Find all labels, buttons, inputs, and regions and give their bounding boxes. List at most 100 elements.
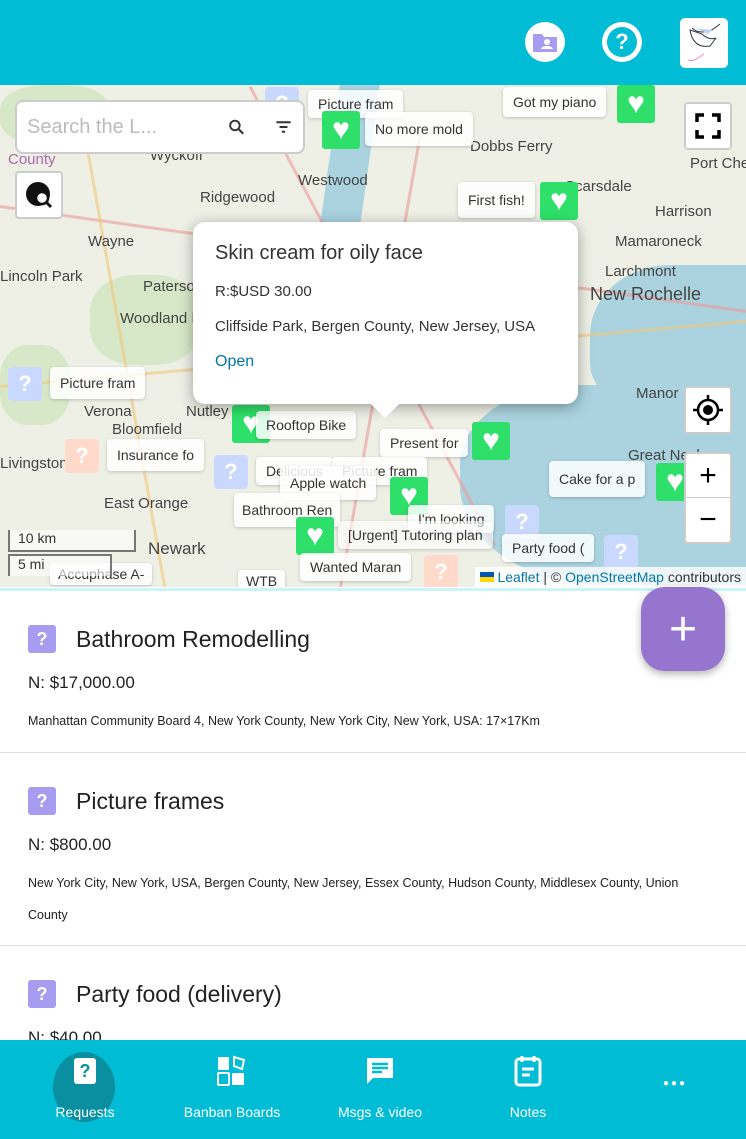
fullscreen-icon (695, 113, 721, 139)
offer-marker-heart-icon[interactable]: ♥ (617, 85, 655, 123)
popup-location: Cliffside Park, Bergen County, New Jerse… (215, 318, 536, 335)
place-label: Newark (148, 539, 206, 558)
folder-user-button[interactable] (525, 22, 565, 62)
place-label: Westwood (298, 172, 368, 189)
scale-mi: 5 mi (8, 554, 112, 576)
request-question-icon: ? (28, 625, 56, 653)
marker-label[interactable]: No more mold (365, 112, 473, 146)
request-marker[interactable]: ? (604, 535, 638, 569)
help-icon: ? (607, 27, 637, 57)
nav-more[interactable]: ●●● (640, 1040, 710, 1139)
request-marker[interactable]: ? (214, 455, 248, 489)
leaflet-link[interactable]: Leaflet (497, 569, 539, 585)
nav-notes[interactable]: Notes (478, 1040, 578, 1139)
list-item[interactable]: ? Party food (delivery) N: $40.00 (0, 946, 746, 1040)
request-question-icon: ? (28, 787, 56, 815)
attribution-contributors: contributors (667, 569, 741, 585)
place-label: Lincoln Park (0, 268, 83, 285)
place-label: East Orange (104, 495, 189, 512)
marker-label[interactable]: Party food ( (502, 534, 595, 562)
place-label: Dobbs Ferry (470, 138, 553, 155)
zoom-in-button[interactable]: + (686, 454, 730, 499)
item-price: N: $40.00 (28, 1028, 102, 1040)
popup-open-link[interactable]: Open (215, 353, 254, 370)
list-item[interactable]: ? Picture frames N: $800.00 New York City… (0, 753, 746, 946)
search-input[interactable] (27, 115, 207, 139)
place-label: Verona (84, 403, 132, 420)
item-price: N: $800.00 (28, 835, 112, 854)
map[interactable]: Westwood Ridgewood Wayne Lincoln Park Pa… (0, 85, 746, 587)
marker-label[interactable]: Present for (380, 429, 469, 457)
filter-icon[interactable] (274, 115, 293, 139)
request-list: ? Bathroom Remodelling N: $17,000.00 Manh… (0, 588, 746, 1040)
place-label: Nutley (186, 403, 229, 420)
more-dots-icon: ●●● (662, 1077, 688, 1089)
globe-search-icon (26, 182, 53, 209)
place-label: Manor (636, 385, 679, 402)
request-marker[interactable]: ? (8, 367, 42, 401)
boards-icon (217, 1055, 246, 1086)
chat-icon (367, 1058, 393, 1084)
user-avatar[interactable] (680, 18, 728, 68)
marker-label[interactable]: Cake for a p (549, 461, 646, 497)
place-label: Ridgewood (200, 189, 276, 206)
geo-search-button[interactable] (15, 171, 63, 219)
marker-label[interactable]: WTB (238, 570, 286, 587)
notes-icon (514, 1056, 542, 1087)
item-price: N: $17,000.00 (28, 673, 135, 692)
nav-label: Banban Boards (183, 1104, 281, 1120)
nav-banban-boards[interactable]: Banban Boards (172, 1040, 292, 1139)
offer-marker-heart-icon[interactable]: ♥ (322, 111, 360, 149)
zoom-control: + − (684, 452, 732, 544)
map-search-bar (15, 100, 305, 154)
osm-link[interactable]: OpenStreetMap (565, 569, 664, 585)
attribution-separator: | © (543, 569, 562, 585)
marker-label[interactable]: Wanted Maran (300, 553, 412, 581)
request-question-icon: ? (28, 980, 56, 1008)
scale-km: 10 km (8, 530, 136, 552)
marker-label[interactable]: Picture fram (50, 367, 146, 399)
ukraine-flag-icon (479, 572, 494, 582)
nav-messages[interactable]: Msgs & video (320, 1040, 440, 1139)
place-label: Mamaroneck (615, 233, 702, 250)
locate-me-button[interactable] (684, 386, 732, 434)
place-label: Bloomfield (112, 421, 183, 438)
zoom-out-button[interactable]: − (699, 498, 717, 542)
fullscreen-button[interactable] (684, 102, 732, 150)
map-attribution: Leaflet | © OpenStreetMap contributors (474, 567, 746, 587)
item-title: Party food (delivery) (76, 980, 282, 1007)
item-location: New York City, New York, USA, Bergen Cou… (28, 876, 679, 922)
search-icon[interactable] (227, 115, 246, 139)
place-label: Livingston (0, 455, 68, 472)
add-request-button[interactable]: + (641, 587, 725, 671)
request-marker[interactable]: ? (424, 555, 458, 587)
nav-label: Notes (509, 1104, 547, 1120)
dove-avatar (687, 23, 721, 61)
place-label: Harrison (655, 203, 712, 220)
marker-label[interactable]: Insurance fo (107, 439, 205, 471)
item-location: Manhattan Community Board 4, New York Co… (28, 714, 540, 728)
place-label: Larchmont (605, 263, 676, 280)
nav-label: Msgs & video (337, 1104, 423, 1120)
help-button[interactable]: ? (602, 22, 642, 62)
marker-label[interactable]: [Urgent] Tutoring plan (338, 521, 493, 549)
list-item[interactable]: ? Bathroom Remodelling N: $17,000.00 Manh… (0, 591, 746, 753)
offer-marker-heart-icon[interactable]: ♥ (472, 422, 510, 460)
offer-marker-heart-icon[interactable]: ♥ (296, 517, 334, 555)
request-marker[interactable]: ? (65, 439, 99, 473)
offer-marker-heart-icon[interactable]: ♥ (540, 182, 578, 220)
question-box-icon: ? (74, 1058, 96, 1084)
marker-label[interactable]: Got my piano (503, 87, 607, 117)
popup-title: Skin cream for oily face (215, 242, 423, 264)
nav-requests[interactable]: ? Requests (35, 1040, 135, 1139)
marker-label[interactable]: First fish! (458, 182, 535, 218)
place-label: Wayne (88, 233, 135, 250)
nav-label: Requests (55, 1104, 115, 1120)
crosshair-icon (693, 395, 723, 425)
place-label: Port Chester (690, 155, 746, 172)
popup-price: R:$USD 30.00 (215, 283, 312, 300)
place-label: New Rochelle (590, 284, 702, 304)
marker-label[interactable]: Rooftop Bike (256, 411, 357, 439)
top-app-bar: ? (0, 0, 746, 85)
folder-user-icon (533, 34, 557, 52)
